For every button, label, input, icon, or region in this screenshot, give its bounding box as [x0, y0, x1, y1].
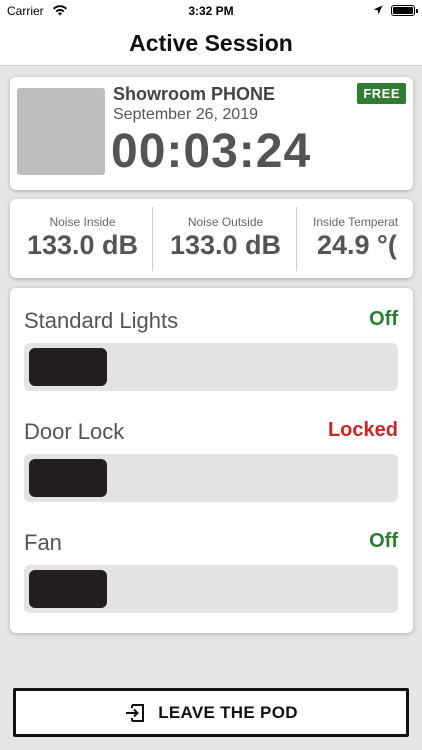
- metric-inside-temperature: Inside Temperat 24.9 °(: [297, 199, 413, 278]
- pod-name: Showroom PHONE: [113, 84, 276, 104]
- status-badge: FREE: [357, 83, 406, 104]
- leave-pod-button-content: LEAVE THE POD: [16, 691, 406, 734]
- metric-value: 133.0 dB: [169, 230, 282, 260]
- location-arrow-icon: [373, 5, 383, 15]
- session-date: September 26, 2019: [113, 106, 258, 123]
- control-label: Door Lock: [24, 419, 125, 444]
- session-timer: 00:03:24: [111, 125, 312, 178]
- battery-icon: [391, 5, 418, 16]
- pod-thumbnail: [17, 88, 105, 175]
- fan-slider[interactable]: [24, 565, 398, 613]
- metric-label: Noise Outside: [187, 215, 264, 229]
- metric-noise-outside: Noise Outside 133.0 dB: [153, 199, 298, 278]
- control-label: Fan: [24, 530, 62, 555]
- metric-value: 133.0 dB: [26, 230, 139, 260]
- session-card: Showroom PHONE September 26, 2019 00:03:…: [10, 77, 413, 190]
- control-label: Standard Lights: [24, 308, 179, 333]
- leave-pod-button[interactable]: LEAVE THE POD: [13, 688, 409, 737]
- page-title: Active Session: [129, 30, 293, 56]
- metric-label: Noise Inside: [49, 215, 116, 229]
- controls-card: Standard Lights Off Door Lock Locked Fan…: [10, 288, 413, 633]
- metric-value: 24.9 °(: [317, 230, 397, 260]
- door-lock-slider[interactable]: [24, 454, 398, 502]
- metric-label: Inside Temperat: [313, 215, 399, 229]
- slider-thumb[interactable]: [29, 348, 107, 386]
- slider-thumb[interactable]: [29, 459, 107, 497]
- control-state: Off: [369, 530, 398, 552]
- metric-noise-inside: Noise Inside 133.0 dB: [10, 199, 155, 278]
- slider-thumb[interactable]: [29, 570, 107, 608]
- exit-icon: [126, 703, 145, 722]
- nav-bar: Active Session: [0, 22, 422, 66]
- clock: 3:32 PM: [188, 4, 234, 18]
- metrics-card[interactable]: Noise Inside 133.0 dB Noise Outside 133.…: [10, 199, 413, 278]
- control-state: Locked: [327, 419, 398, 441]
- status-bar: Carrier 3:32 PM: [0, 0, 422, 22]
- leave-pod-label: LEAVE THE POD: [158, 702, 298, 722]
- control-state: Off: [369, 308, 398, 330]
- lights-slider[interactable]: [24, 343, 398, 391]
